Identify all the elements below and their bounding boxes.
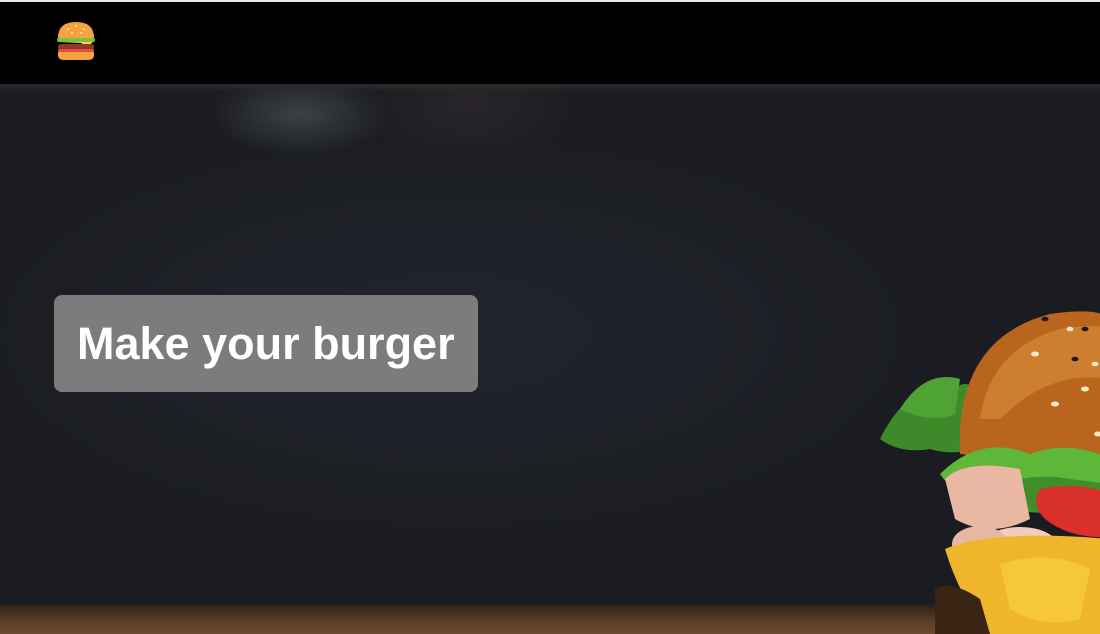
hero-title-box: Make your burger [54, 295, 478, 392]
burger-logo-icon[interactable] [56, 20, 96, 62]
hero-title: Make your burger [77, 318, 455, 369]
hero-section: Make your burger [0, 84, 1100, 634]
burger-photo [870, 219, 1100, 634]
top-navigation-bar [0, 0, 1100, 84]
